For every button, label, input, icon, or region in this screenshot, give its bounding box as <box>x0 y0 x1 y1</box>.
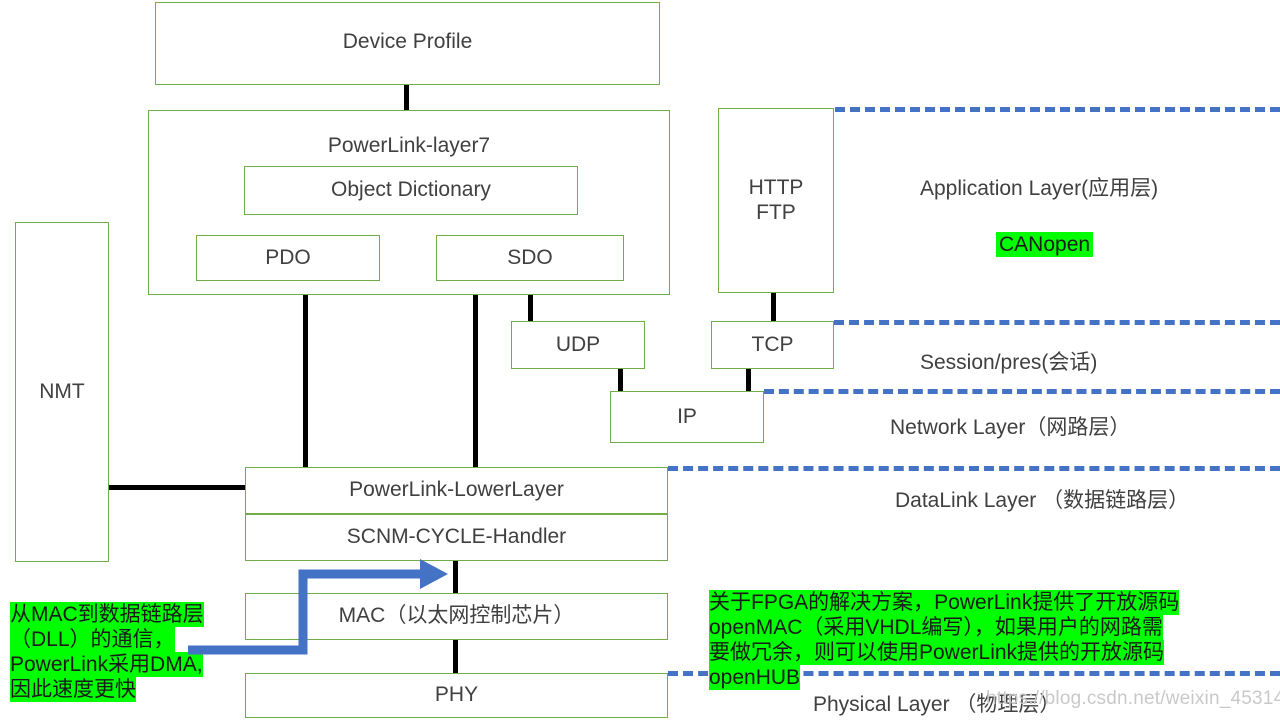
box-phy-label: PHY <box>434 683 479 707</box>
box-tcp-label: TCP <box>751 332 794 356</box>
box-tcp[interactable]: TCP <box>711 321 834 369</box>
layer-divider-network-top <box>764 389 1280 394</box>
annotation-fpga-note: 关于FPGA的解决方案，PowerLink提供了开放源码 openMAC（采用V… <box>709 590 1180 690</box>
box-phy[interactable]: PHY <box>245 673 668 718</box>
connector-deviceprofile-layer7 <box>404 82 409 110</box>
diagram-canvas: Device Profile PowerLink-layer7 Object D… <box>0 0 1280 720</box>
connector-mac-phy <box>453 638 458 674</box>
annotation-fpga-note-line-1: 关于FPGA的解决方案，PowerLink提供了开放源码 <box>709 590 1180 615</box>
box-powerlink-lowerlayer[interactable]: PowerLink-LowerLayer <box>245 467 668 514</box>
annotation-dma-note-line-1: 从MAC到数据链路层 <box>10 602 204 627</box>
layer-divider-session-top <box>834 320 1280 325</box>
box-nmt[interactable]: NMT <box>15 222 109 562</box>
layer-divider-datalink-top <box>668 466 1280 471</box>
box-http-ftp[interactable]: HTTP FTP <box>718 108 834 293</box>
box-mac-label: MAC（以太网控制芯片） <box>338 604 575 628</box>
connector-scnm-mac <box>453 560 458 595</box>
annotation-dma-note-line-3: PowerLink采用DMA, <box>10 652 203 677</box>
box-pdo[interactable]: PDO <box>196 235 380 281</box>
layer-label-session: Session/pres(会话) <box>920 351 1098 374</box>
box-mac[interactable]: MAC（以太网控制芯片） <box>245 593 668 640</box>
annotation-dma-note: 从MAC到数据链路层 （DLL）的通信， PowerLink采用DMA, 因此速… <box>10 602 204 702</box>
watermark-text: https://blog.csdn.net/weixin_45314836 <box>986 688 1280 709</box>
box-sdo-label: SDO <box>507 245 553 269</box>
annotation-fpga-note-line-4: openHUB <box>709 665 801 690</box>
box-scnm-cycle-handler[interactable]: SCNM-CYCLE-Handler <box>245 514 668 561</box>
box-sdo[interactable]: SDO <box>436 235 624 281</box>
annotation-canopen: CANopen <box>996 232 1094 257</box>
box-nmt-label: NMT <box>39 379 85 403</box>
box-powerlink-lowerlayer-label: PowerLink-LowerLayer <box>349 478 564 502</box>
connector-nmt-lowerlayer <box>108 485 248 490</box>
connector-udp-ip <box>618 368 623 393</box>
layer-label-datalink: DataLink Layer （数据链路层） <box>895 489 1190 512</box>
box-device-profile[interactable]: Device Profile <box>155 2 660 85</box>
connector-sdo-lowerlayer <box>473 278 478 470</box>
box-udp-label: UDP <box>555 332 601 356</box>
box-scnm-cycle-handler-label: SCNM-CYCLE-Handler <box>346 525 567 549</box>
connector-httpftp-tcp <box>771 293 776 323</box>
box-ip[interactable]: IP <box>610 391 764 443</box>
box-pdo-label: PDO <box>265 245 311 269</box>
annotation-fpga-note-line-2: openMAC（采用VHDL编写），如果用户的网路需 <box>709 615 1163 640</box>
connector-tcp-ip <box>746 368 751 393</box>
box-device-profile-label: Device Profile <box>342 30 473 53</box>
box-ip-label: IP <box>677 404 697 428</box>
box-udp[interactable]: UDP <box>511 321 645 369</box>
box-powerlink-layer7-label: PowerLink-layer7 <box>327 134 491 157</box>
box-http-ftp-label: HTTP FTP <box>748 176 804 224</box>
layer-label-application: Application Layer(应用层) <box>920 177 1159 200</box>
connector-pdo-lowerlayer <box>303 278 308 470</box>
annotation-fpga-note-line-3: 要做冗余，则可以使用PowerLink提供的开放源码 <box>709 640 1165 665</box>
annotation-dma-note-line-4: 因此速度更快 <box>10 677 136 702</box>
annotation-dma-note-line-2: （DLL）的通信， <box>10 627 175 652</box>
layer-divider-application-top <box>835 107 1280 112</box>
box-object-dictionary-label: Object Dictionary <box>331 178 491 202</box>
box-object-dictionary[interactable]: Object Dictionary <box>244 166 578 215</box>
layer-label-network: Network Layer（网路层） <box>890 416 1131 439</box>
